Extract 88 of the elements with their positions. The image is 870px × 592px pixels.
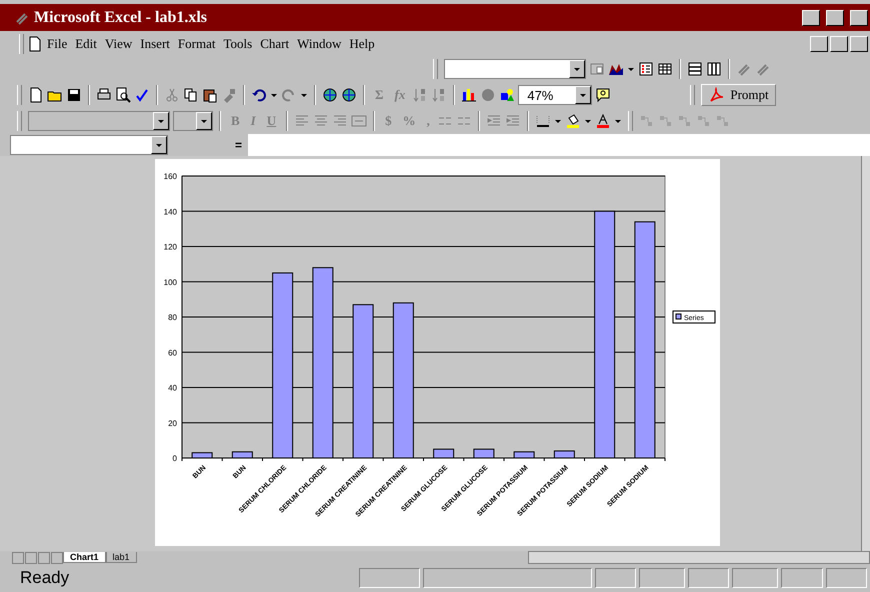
status-text: Ready bbox=[19, 568, 70, 588]
formula-field[interactable] bbox=[248, 134, 870, 156]
undo-icon[interactable] bbox=[251, 87, 267, 103]
zoom-combo[interactable]: 47% bbox=[518, 85, 592, 105]
equals-sign: = bbox=[234, 138, 243, 152]
caret-icon[interactable] bbox=[627, 66, 635, 72]
document-minimize-button[interactable] bbox=[810, 36, 828, 52]
sheet-tab[interactable]: Chart1 bbox=[63, 552, 106, 563]
by-column-icon[interactable] bbox=[706, 61, 722, 77]
legend-box bbox=[672, 310, 716, 324]
borders-icon[interactable] bbox=[534, 113, 551, 129]
minimize-button[interactable] bbox=[802, 10, 820, 26]
menu-item[interactable]: View bbox=[100, 36, 136, 52]
bar bbox=[433, 448, 454, 458]
new-file-icon[interactable] bbox=[28, 87, 44, 103]
status-panel bbox=[594, 568, 636, 588]
legend-swatch bbox=[676, 314, 682, 320]
bar bbox=[473, 448, 494, 458]
drawing-icon[interactable] bbox=[499, 87, 516, 103]
save-icon[interactable] bbox=[66, 87, 82, 103]
close-button[interactable] bbox=[850, 10, 868, 26]
menu-item[interactable]: Tools bbox=[219, 36, 256, 52]
y-tick-label: 60 bbox=[168, 348, 177, 358]
caret-icon[interactable] bbox=[270, 92, 278, 98]
menu-item[interactable]: Window bbox=[293, 36, 346, 52]
copy-icon[interactable] bbox=[183, 87, 199, 103]
paste-icon[interactable] bbox=[202, 87, 218, 103]
caret-icon[interactable] bbox=[155, 142, 163, 148]
y-tick-label: 20 bbox=[168, 418, 177, 428]
document-close-button[interactable] bbox=[850, 36, 868, 52]
caret-icon[interactable] bbox=[584, 118, 592, 124]
format-icon[interactable] bbox=[589, 61, 605, 77]
vertical-scrollbar[interactable] bbox=[861, 156, 870, 551]
spelling-icon[interactable] bbox=[134, 87, 150, 103]
status-panel bbox=[638, 568, 685, 588]
y-tick-label: 160 bbox=[164, 172, 177, 181]
y-tick-label: 40 bbox=[168, 384, 177, 392]
bar bbox=[192, 452, 213, 458]
status-panel bbox=[732, 568, 778, 588]
caret-icon[interactable] bbox=[200, 118, 208, 124]
window-title: Microsoft Excel - lab1.xls bbox=[34, 8, 208, 26]
sheet-tab[interactable]: lab1 bbox=[106, 552, 137, 563]
status-panel bbox=[358, 568, 420, 588]
by-row-icon[interactable] bbox=[687, 61, 703, 77]
chart-objects-combo[interactable] bbox=[444, 59, 586, 79]
caret-icon[interactable] bbox=[614, 118, 622, 124]
shape-nodes-icon[interactable] bbox=[676, 113, 693, 129]
zoom-value: 47% bbox=[526, 86, 554, 104]
document-restore-button[interactable] bbox=[830, 36, 848, 52]
menu-item[interactable]: Edit bbox=[71, 36, 101, 52]
y-tick-label: 80 bbox=[168, 313, 177, 322]
caret-icon[interactable] bbox=[573, 66, 581, 72]
menu-item[interactable]: Format bbox=[174, 36, 220, 52]
data-table-icon[interactable] bbox=[657, 61, 673, 77]
acrobat-icon bbox=[708, 87, 724, 103]
shape-nodes-icon[interactable] bbox=[638, 113, 655, 129]
y-tick-label: 140 bbox=[164, 207, 177, 216]
y-tick-label: 100 bbox=[164, 278, 177, 287]
caret-icon[interactable] bbox=[157, 118, 165, 124]
font-color-icon[interactable] bbox=[594, 113, 611, 129]
status-panel bbox=[688, 568, 730, 588]
caret-icon[interactable] bbox=[300, 92, 308, 98]
maximize-button[interactable] bbox=[826, 10, 844, 26]
status-panel bbox=[781, 568, 823, 588]
horizontal-scrollbar[interactable] bbox=[528, 551, 870, 564]
caret-icon[interactable] bbox=[554, 118, 562, 124]
web-toolbar-icon[interactable] bbox=[341, 87, 357, 103]
menu-item[interactable]: Help bbox=[345, 36, 379, 52]
chart-wizard-icon[interactable] bbox=[461, 87, 478, 103]
menu-item[interactable]: Chart bbox=[256, 36, 294, 52]
help-icon[interactable] bbox=[595, 87, 612, 103]
font-size-combo[interactable] bbox=[173, 111, 213, 131]
fill-color-icon[interactable] bbox=[564, 113, 581, 129]
shape-nodes-icon[interactable] bbox=[714, 113, 731, 129]
print-preview-icon[interactable] bbox=[115, 87, 131, 103]
create-pdf-button[interactable]: Prompt bbox=[701, 84, 776, 106]
workbook-icon[interactable] bbox=[27, 36, 43, 52]
menu-item[interactable]: File bbox=[43, 36, 72, 52]
shape-nodes-icon[interactable] bbox=[658, 113, 674, 129]
globe-icon[interactable] bbox=[322, 87, 338, 103]
y-tick-label: 0 bbox=[172, 454, 177, 463]
legend-icon[interactable] bbox=[638, 61, 654, 77]
shape-nodes-icon[interactable] bbox=[696, 113, 712, 129]
name-box[interactable] bbox=[10, 135, 168, 155]
status-panel bbox=[826, 568, 867, 588]
caret-icon[interactable] bbox=[579, 92, 588, 98]
menu-item[interactable]: Insert bbox=[136, 36, 174, 52]
y-tick-label: 120 bbox=[164, 242, 177, 252]
